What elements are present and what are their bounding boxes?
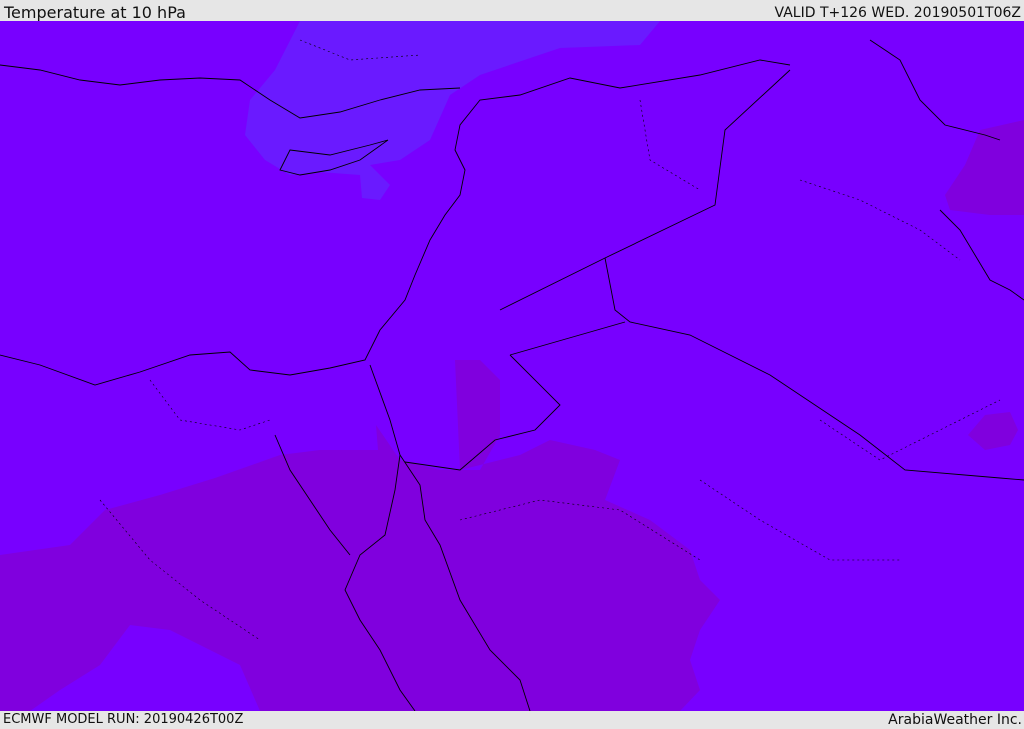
- header-bar: Temperature at 10 hPa VALID T+126 WED. 2…: [0, 0, 1024, 22]
- valid-time: VALID T+126 WED. 20190501T06Z: [774, 5, 1021, 21]
- credit-label: ArabiaWeather Inc.: [888, 712, 1022, 728]
- map-title: Temperature at 10 hPa: [4, 3, 186, 22]
- temperature-map: [0, 21, 1024, 711]
- model-run-label: ECMWF MODEL RUN: 20190426T00Z: [3, 712, 244, 727]
- footer-bar: ECMWF MODEL RUN: 20190426T00Z ArabiaWeat…: [0, 711, 1024, 729]
